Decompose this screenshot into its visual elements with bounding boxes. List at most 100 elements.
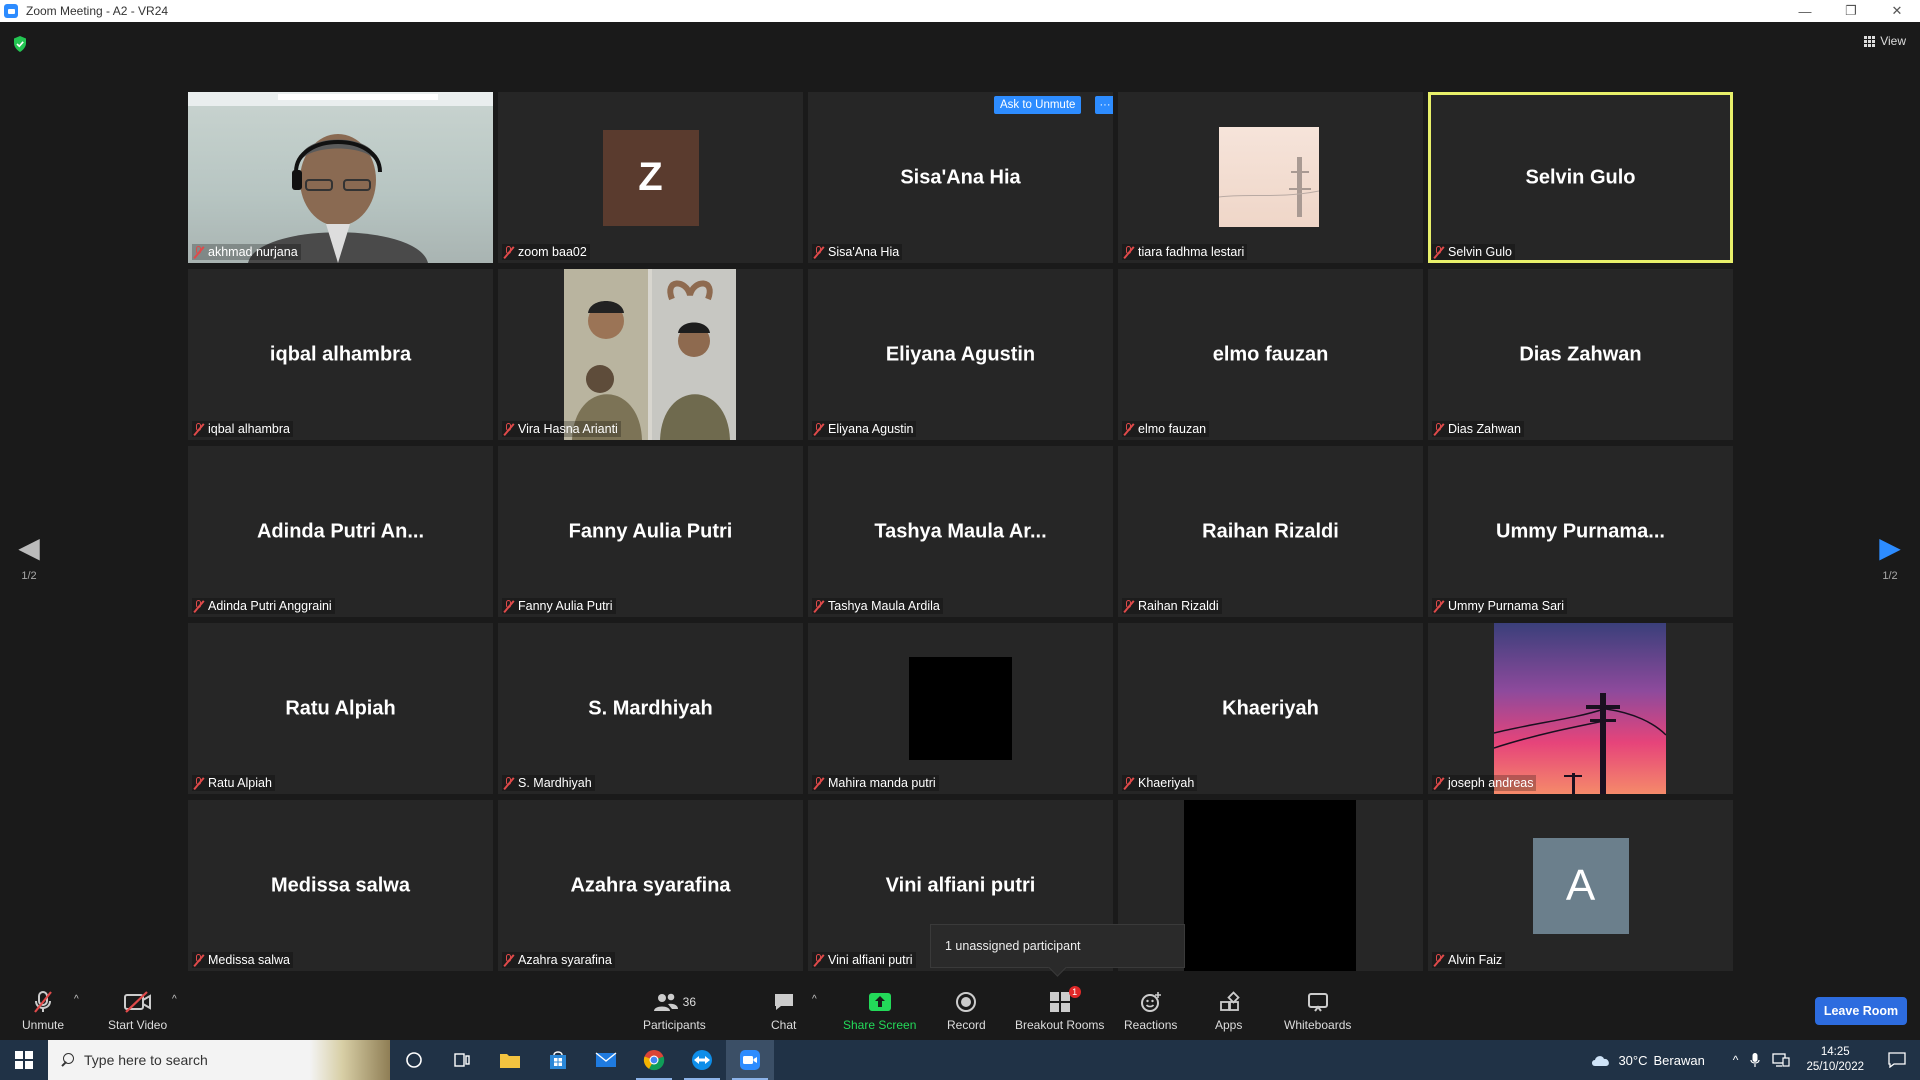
next-page-button[interactable]: ▶ 1/2 [1870, 534, 1910, 583]
participant-tile-medissa-salwa[interactable]: Medissa salwa Medissa salwa [188, 800, 493, 971]
whiteboards-button[interactable]: Whiteboards [1284, 990, 1351, 1032]
participant-name-label: S. Mardhiyah [502, 775, 595, 791]
apps-label: Apps [1215, 1018, 1243, 1032]
participant-name: joseph andreas [1448, 776, 1534, 790]
participant-tile-tiara-fadhma-lestari[interactable]: tiara fadhma lestari [1118, 92, 1423, 263]
participant-tile-khaeriyah[interactable]: Khaeriyah Khaeriyah [1118, 623, 1423, 794]
participant-name-label: Selvin Gulo [1432, 244, 1515, 260]
chevron-up-icon[interactable]: ^ [1733, 1053, 1739, 1067]
restore-button[interactable]: ❐ [1828, 0, 1874, 22]
participant-tile-mahira-manda-putri[interactable]: Mahira manda putri [808, 623, 1113, 794]
search-icon [60, 1053, 74, 1067]
chat-button[interactable]: Chat [771, 990, 796, 1032]
participant-tile-raihan-rizaldi[interactable]: Raihan Rizaldi Raihan Rizaldi [1118, 446, 1423, 617]
participant-name: Raihan Rizaldi [1138, 599, 1219, 613]
windows-taskbar: Type here to search 30°C Berawan ^ 14:25 [0, 1040, 1920, 1080]
participant-name-label: Eliyana Agustin [812, 421, 917, 437]
share-screen-button[interactable]: Share Screen [843, 990, 916, 1032]
participant-tile-iqbal-alhambra[interactable]: iqbal alhambra iqbal alhambra [188, 269, 493, 440]
participant-name: iqbal alhambra [208, 422, 290, 436]
participant-name: elmo fauzan [1138, 422, 1207, 436]
participant-display-name: Dias Zahwan [1519, 343, 1642, 365]
mic-muted-icon [813, 599, 824, 613]
participant-tile-selvin-gulo[interactable]: Selvin Gulo Selvin Gulo [1428, 92, 1733, 263]
breakout-rooms-button[interactable]: 1 Breakout Rooms [1015, 986, 1104, 1032]
audio-options-caret[interactable]: ^ [74, 994, 79, 1005]
record-button[interactable]: Record [947, 990, 986, 1032]
video-options-caret[interactable]: ^ [172, 994, 177, 1005]
participant-tile-eliyana-agustin[interactable]: Eliyana Agustin Eliyana Agustin [808, 269, 1113, 440]
security-shield-icon[interactable] [13, 36, 27, 52]
participant-tile-elmo-fauzan[interactable]: elmo fauzan elmo fauzan [1118, 269, 1423, 440]
cloud-icon [1592, 1056, 1610, 1066]
start-video-button[interactable]: Start Video [108, 990, 167, 1032]
clock-date: 25/10/2022 [1806, 1061, 1864, 1073]
participant-tile-s-mardhiyah[interactable]: S. Mardhiyah S. Mardhiyah [498, 623, 803, 794]
participant-name-label: Mahira manda putri [812, 775, 939, 791]
participant-tile-akhmad-nurjana[interactable]: akhmad nurjana [188, 92, 493, 263]
taskbar-search[interactable]: Type here to search [48, 1040, 390, 1080]
weather-text: Berawan [1653, 1052, 1705, 1068]
participant-name: Selvin Gulo [1448, 245, 1512, 259]
participant-tile-azahra-syarafina[interactable]: Azahra syarafina Azahra syarafina [498, 800, 803, 971]
participant-name-label: Tashya Maula Ardila [812, 598, 943, 614]
start-button[interactable] [0, 1040, 48, 1080]
microphone-tray-icon[interactable] [1750, 1052, 1761, 1068]
participant-tile-tashya-maula-ardila[interactable]: Tashya Maula Ar... Tashya Maula Ardila [808, 446, 1113, 617]
teamviewer-button[interactable] [678, 1040, 726, 1080]
participant-display-name: Raihan Rizaldi [1202, 520, 1339, 542]
participant-display-name: Eliyana Agustin [885, 343, 1036, 365]
close-button[interactable]: ✕ [1874, 0, 1920, 22]
mic-muted-icon [813, 245, 824, 259]
mic-muted-icon [1123, 245, 1134, 259]
clock[interactable]: 14:25 25/10/2022 [1806, 1045, 1864, 1075]
participant-tile-ummy-purnama-sari[interactable]: Ummy Purnama... Ummy Purnama Sari [1428, 446, 1733, 617]
notifications-icon[interactable] [1888, 1052, 1906, 1068]
participant-tile-sisa-ana-hia[interactable]: Sisa'Ana Hia Sisa'Ana Hia Ask to Unmute ··· [808, 92, 1113, 263]
profile-photo [564, 269, 736, 440]
minimize-button[interactable]: — [1782, 0, 1828, 22]
participant-name-label: Vini alfiani putri [812, 952, 916, 968]
participant-display-name: Medissa salwa [271, 874, 410, 896]
apps-button[interactable]: Apps [1215, 990, 1242, 1032]
leave-room-button[interactable]: Leave Room [1815, 997, 1907, 1025]
participant-display-name: Khaeriyah [1222, 697, 1319, 719]
participant-tile-ratu-alpiah[interactable]: Ratu Alpiah Ratu Alpiah [188, 623, 493, 794]
participant-tile-alvin-faiz[interactable]: A Alvin Faiz [1428, 800, 1733, 971]
previous-page-button[interactable]: ◀ 1/2 [9, 532, 49, 583]
cortana-button[interactable] [390, 1040, 438, 1080]
participant-name-label: joseph andreas [1432, 775, 1537, 791]
mic-muted-icon [1123, 422, 1134, 436]
ask-to-unmute-button[interactable]: Ask to Unmute [994, 96, 1082, 114]
view-button[interactable]: View [1864, 34, 1906, 48]
participant-tile-vira-hasna-arianti[interactable]: Vira Hasna Arianti [498, 269, 803, 440]
participants-button[interactable]: 36 Participants [643, 990, 706, 1032]
arrow-left-icon: ◀ [18, 532, 40, 563]
unassigned-participant-tooltip[interactable]: 1 unassigned participant [930, 924, 1185, 968]
unmute-button[interactable]: Unmute [22, 990, 64, 1032]
mail-button[interactable] [582, 1040, 630, 1080]
participant-display-name: Ratu Alpiah [285, 697, 396, 719]
participant-tile-adinda-putri-anggraini[interactable]: Adinda Putri An... Adinda Putri Anggraini [188, 446, 493, 617]
participant-tile-zoom-baa02[interactable]: Zzoom baa02 [498, 92, 803, 263]
mic-muted-icon [503, 245, 514, 259]
view-label: View [1880, 34, 1906, 48]
store-button[interactable] [534, 1040, 582, 1080]
mic-muted-icon [503, 422, 514, 436]
participant-tile-dias-zahwan[interactable]: Dias Zahwan Dias Zahwan [1428, 269, 1733, 440]
file-explorer-button[interactable] [486, 1040, 534, 1080]
breakout-badge: 1 [1068, 986, 1081, 998]
search-placeholder: Type here to search [84, 1052, 208, 1068]
reactions-button[interactable]: Reactions [1124, 990, 1177, 1032]
participant-tile-joseph-andreas[interactable]: joseph andreas [1428, 623, 1733, 794]
zoom-taskbar-button[interactable] [726, 1040, 774, 1080]
participant-name: Ummy Purnama Sari [1448, 599, 1564, 613]
avatar-initial: Z [602, 129, 699, 226]
chrome-button[interactable] [630, 1040, 678, 1080]
participant-tile-fanny-aulia-putri[interactable]: Fanny Aulia Putri Fanny Aulia Putri [498, 446, 803, 617]
task-view-button[interactable] [438, 1040, 486, 1080]
more-options-button[interactable]: ··· [1095, 96, 1113, 114]
weather-widget[interactable]: 30°C Berawan [1590, 1052, 1705, 1068]
share-options-caret[interactable]: ^ [812, 994, 817, 1005]
network-icon[interactable] [1772, 1053, 1791, 1067]
